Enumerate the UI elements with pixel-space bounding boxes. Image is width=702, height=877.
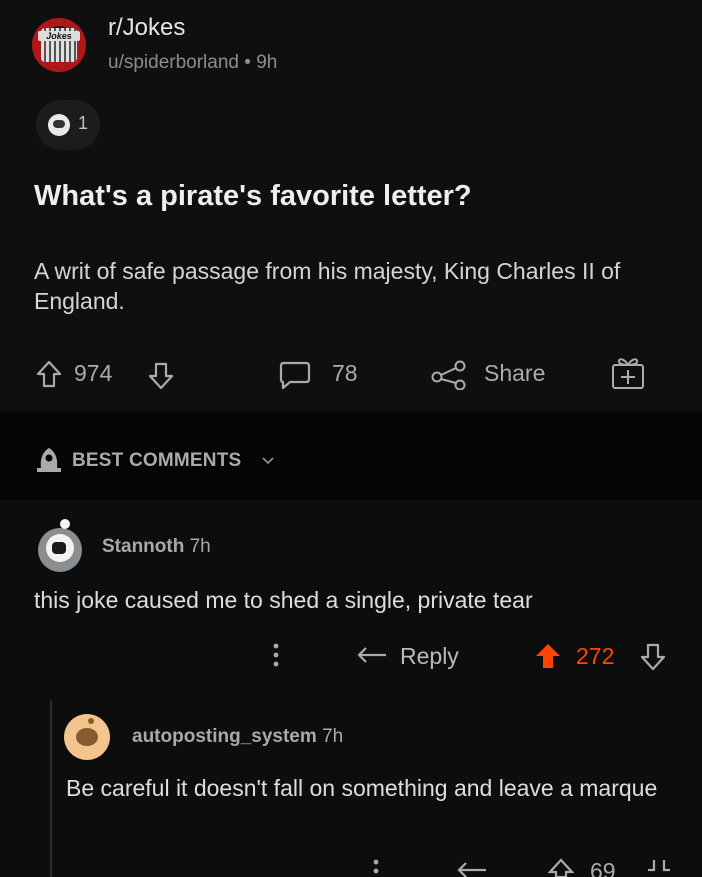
share-icon[interactable] <box>430 360 468 390</box>
meta-separator: • <box>244 52 251 73</box>
chevron-down-icon[interactable] <box>262 456 274 466</box>
avatar-visor <box>52 542 66 554</box>
comment-icon <box>279 361 311 390</box>
rocket-icon <box>34 446 64 474</box>
online-status-dot <box>60 519 70 529</box>
comment-score: 272 <box>576 643 615 669</box>
comment-age: 7h <box>322 726 344 747</box>
upvote-icon[interactable] <box>548 858 574 877</box>
comment-text: this joke caused me to shed a single, pr… <box>34 587 533 613</box>
comment-header: autoposting_system 7h <box>132 726 343 748</box>
comment-header: Stannoth 7h <box>102 536 211 558</box>
downvote-icon[interactable] <box>148 362 174 390</box>
downvote-icon[interactable] <box>640 643 666 671</box>
post-title[interactable]: What's a pirate's favorite letter? <box>34 180 472 213</box>
upvote-count: 974 <box>74 360 113 386</box>
comments-button[interactable] <box>278 360 312 390</box>
comment-age: 7h <box>189 536 211 557</box>
comment-author[interactable]: Stannoth <box>102 536 184 557</box>
sort-label[interactable]: BEST COMMENTS <box>72 450 241 472</box>
gift-award-icon[interactable] <box>610 356 646 390</box>
reply-button[interactable]: Reply <box>400 640 459 672</box>
post-age: 9h <box>256 52 278 73</box>
avatar[interactable] <box>64 714 110 760</box>
upvote-active-icon[interactable] <box>534 642 562 670</box>
comment-text: Be careful it doesn't fall on something … <box>66 775 658 801</box>
subreddit-avatar[interactable]: Jokes <box>32 18 86 72</box>
reply-icon[interactable] <box>456 860 488 877</box>
post-card: Jokes r/Jokes u/spiderborland • 9h 1 Wha… <box>0 0 702 410</box>
comment-sort-bar[interactable]: BEST COMMENTS <box>0 412 702 500</box>
comment-author[interactable]: autoposting_system <box>132 726 317 747</box>
share-button-label[interactable]: Share <box>484 360 545 387</box>
avatar-antenna <box>88 718 94 724</box>
avatar[interactable] <box>38 528 82 572</box>
avatar-head <box>76 728 98 746</box>
post-author[interactable]: u/spiderborland <box>108 52 239 73</box>
comment-score: 69 <box>590 858 616 877</box>
comment-count[interactable]: 78 <box>332 360 358 387</box>
post-meta: u/spiderborland • 9h <box>108 52 277 74</box>
reply-icon[interactable] <box>356 645 388 667</box>
award-count: 1 <box>78 113 89 133</box>
more-options-icon[interactable] <box>372 858 380 877</box>
downvote-icon[interactable] <box>646 860 672 877</box>
thread-line[interactable] <box>50 700 52 877</box>
more-options-icon[interactable] <box>272 642 280 668</box>
post-action-bar: 974 78 Share <box>0 350 702 400</box>
post-body: A writ of safe passage from his majesty,… <box>34 258 621 314</box>
award-icon <box>48 114 70 136</box>
award-badge[interactable]: 1 <box>36 100 100 150</box>
subreddit-name[interactable]: r/Jokes <box>108 14 185 42</box>
subreddit-logo-text: Jokes <box>38 31 80 41</box>
upvote-icon[interactable] <box>36 360 62 388</box>
